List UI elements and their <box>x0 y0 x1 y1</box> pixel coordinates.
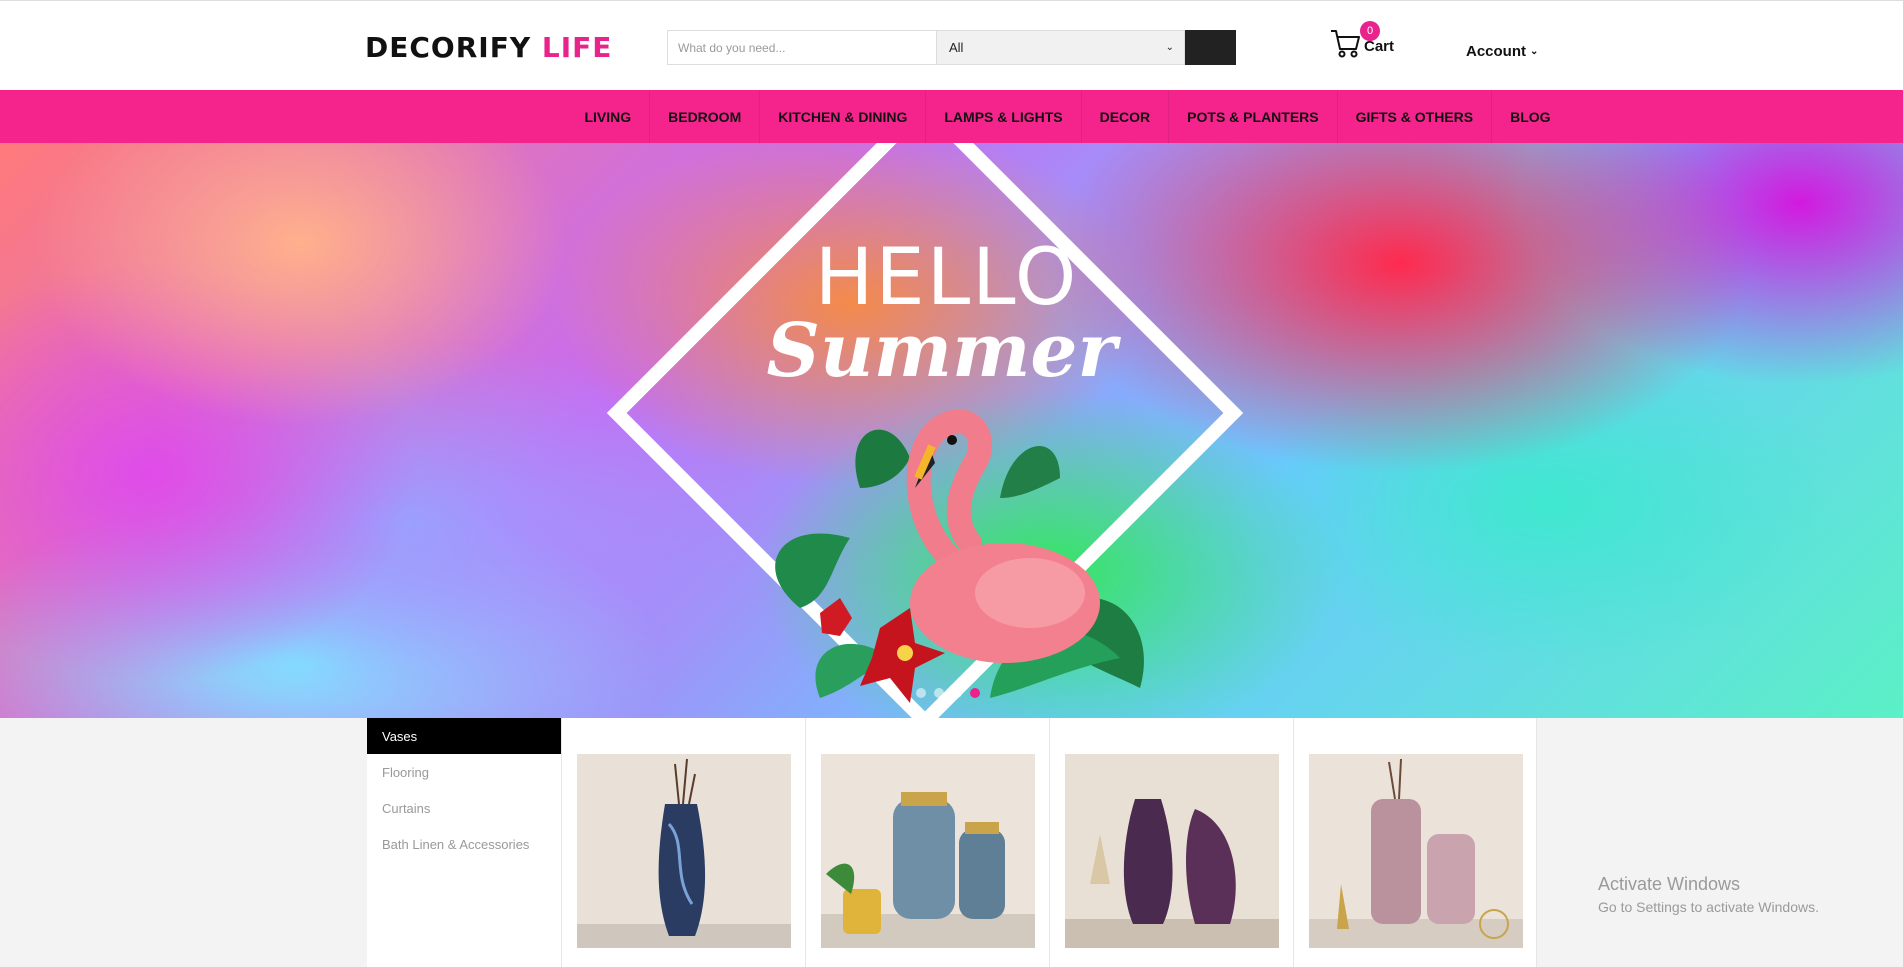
carousel-dot[interactable] <box>934 688 944 698</box>
account-menu[interactable]: Account ⌄ <box>1466 43 1538 60</box>
product-card[interactable] <box>561 718 805 967</box>
cart-button[interactable]: 0 Cart <box>1330 21 1394 59</box>
nav-item-bedroom[interactable]: BEDROOM <box>650 90 761 143</box>
category-sidebar: Vases Flooring Curtains Bath Linen & Acc… <box>367 718 561 967</box>
carousel-dot[interactable] <box>952 688 962 698</box>
product-image[interactable] <box>1065 754 1279 948</box>
product-image[interactable] <box>577 754 791 948</box>
search-bar: All ⌄ <box>667 30 1236 65</box>
product-grid <box>561 718 1537 967</box>
cart-icon <box>1331 30 1360 58</box>
purple-glass-vases-icon <box>1065 754 1279 948</box>
category-item-bath-linen[interactable]: Bath Linen & Accessories <box>367 826 561 862</box>
carousel-dot[interactable] <box>916 688 926 698</box>
search-button[interactable] <box>1185 30 1236 65</box>
nav-item-kitchen-dining[interactable]: KITCHEN & DINING <box>760 90 927 143</box>
product-card[interactable] <box>1293 718 1537 967</box>
search-input[interactable] <box>667 30 937 65</box>
product-image[interactable] <box>1309 754 1523 948</box>
category-select-value: All <box>949 40 964 55</box>
category-item-vases[interactable]: Vases <box>367 718 561 754</box>
windows-activation-watermark: Activate Windows Go to Settings to activ… <box>1598 874 1819 915</box>
product-card[interactable] <box>805 718 1049 967</box>
chevron-down-icon: ⌄ <box>1530 46 1539 57</box>
site-logo[interactable]: DECORIFY LIFE <box>365 31 612 64</box>
nav-item-pots-planters[interactable]: POTS & PLANTERS <box>1169 90 1338 143</box>
carousel-dot-active[interactable] <box>970 688 980 698</box>
logo-main-text: DECORIFY <box>365 31 542 64</box>
flamingo-illustration <box>775 409 1144 703</box>
account-label: Account <box>1466 43 1526 60</box>
category-item-curtains[interactable]: Curtains <box>367 790 561 826</box>
product-section: Vases Flooring Curtains Bath Linen & Acc… <box>367 718 1537 967</box>
chevron-down-icon: ⌄ <box>1165 42 1174 53</box>
category-item-flooring[interactable]: Flooring <box>367 754 561 790</box>
logo-accent-text: LIFE <box>541 31 613 64</box>
hero-banner[interactable]: HELLO Summer <box>0 143 1903 718</box>
main-nav: LIVING BEDROOM KITCHEN & DINING LAMPS & … <box>0 90 1903 143</box>
nav-item-decor[interactable]: DECOR <box>1082 90 1170 143</box>
carousel-dots <box>916 688 980 698</box>
top-header: DECORIFY LIFE All ⌄ 0 Cart Account ⌄ <box>0 0 1903 90</box>
pink-glass-vases-icon <box>1309 754 1523 948</box>
nav-item-gifts-others[interactable]: GIFTS & OTHERS <box>1338 90 1493 143</box>
nav-item-living[interactable]: LIVING <box>566 90 651 143</box>
product-card[interactable] <box>1049 718 1293 967</box>
watermark-subtitle: Go to Settings to activate Windows. <box>1598 899 1819 915</box>
blue-textured-jars-icon <box>821 754 1035 948</box>
nav-item-lamps-lights[interactable]: LAMPS & LIGHTS <box>926 90 1082 143</box>
nav-item-blog[interactable]: BLOG <box>1492 90 1568 143</box>
watermark-title: Activate Windows <box>1598 874 1741 894</box>
cart-count-badge: 0 <box>1360 21 1380 41</box>
product-image[interactable] <box>821 754 1035 948</box>
blue-swirl-vase-icon <box>577 754 791 948</box>
category-select[interactable]: All ⌄ <box>937 30 1185 65</box>
